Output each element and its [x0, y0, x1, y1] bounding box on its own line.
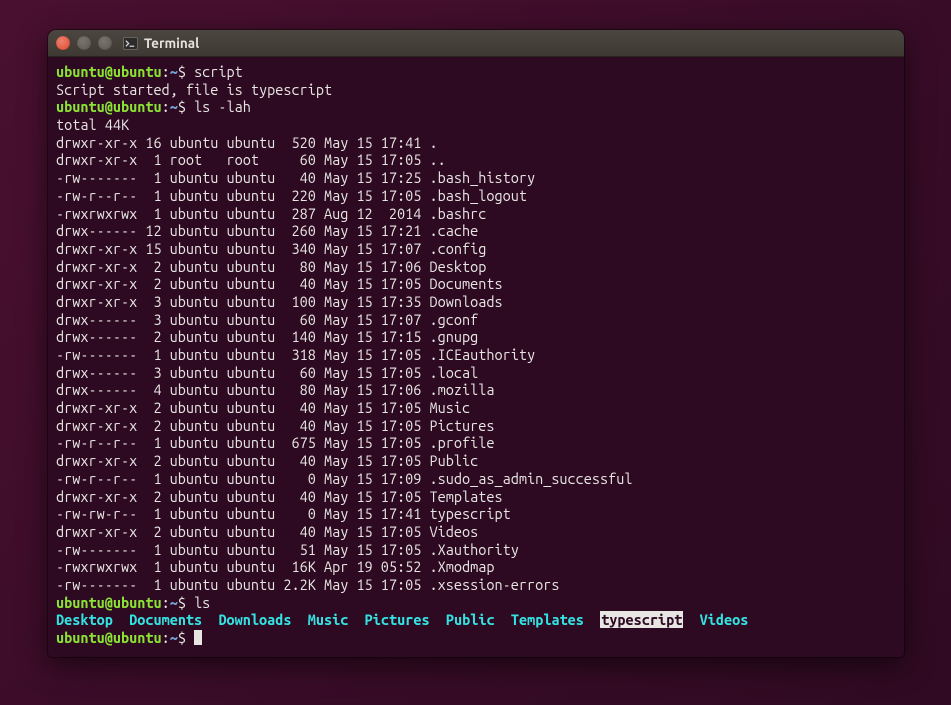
listing-row: -rw-rw-r-- 1 ubuntu ubuntu 0 May 15 17:4… [56, 505, 896, 523]
prompt-sigil: $ [178, 98, 194, 115]
prompt-user-host: ubuntu@ubuntu [56, 629, 162, 646]
prompt-line: ubuntu@ubuntu:~$ script [56, 63, 896, 81]
ls-entry-dir: Templates [511, 611, 584, 628]
prompt-path: ~ [170, 629, 178, 646]
ls-entry-dir: Music [308, 611, 349, 628]
ls-entry-dir: Pictures [365, 611, 430, 628]
prompt-path: ~ [170, 594, 178, 611]
prompt-path: ~ [170, 63, 178, 80]
listing-row: -rw-r--r-- 1 ubuntu ubuntu 0 May 15 17:0… [56, 470, 896, 488]
listing-row: drwxr-xr-x 16 ubuntu ubuntu 520 May 15 1… [56, 134, 896, 152]
output-line: total 44K [56, 116, 896, 134]
terminal-icon [123, 37, 138, 50]
command-text: script [194, 63, 243, 80]
ls-entry-dir: Desktop [56, 611, 113, 628]
listing-row: drwxr-xr-x 2 ubuntu ubuntu 40 May 15 17:… [56, 488, 896, 506]
prompt-path: ~ [170, 98, 178, 115]
listing-row: -rwxrwxrwx 1 ubuntu ubuntu 287 Aug 12 20… [56, 205, 896, 223]
listing-row: drwx------ 2 ubuntu ubuntu 140 May 15 17… [56, 328, 896, 346]
prompt-sigil: $ [178, 63, 194, 80]
titlebar[interactable]: Terminal [48, 30, 904, 57]
minimize-button[interactable] [77, 36, 91, 50]
prompt-line: ubuntu@ubuntu:~$ ls -lah [56, 98, 896, 116]
prompt-sigil: $ [178, 594, 194, 611]
listing-row: drwx------ 3 ubuntu ubuntu 60 May 15 17:… [56, 311, 896, 329]
listing-row: -rw------- 1 ubuntu ubuntu 2.2K May 15 1… [56, 576, 896, 594]
output-line: Script started, file is typescript [56, 81, 896, 99]
command-text: ls -lah [194, 98, 251, 115]
listing-row: -rw------- 1 ubuntu ubuntu 318 May 15 17… [56, 346, 896, 364]
ls-entry-dir: Downloads [218, 611, 291, 628]
listing-row: drwxr-xr-x 3 ubuntu ubuntu 100 May 15 17… [56, 293, 896, 311]
window-title: Terminal [144, 35, 199, 51]
terminal-window: Terminal ubuntu@ubuntu:~$ scriptScript s… [48, 30, 904, 657]
prompt-user-host: ubuntu@ubuntu [56, 63, 162, 80]
close-button[interactable] [56, 36, 70, 50]
cursor [194, 630, 202, 645]
listing-row: drwxr-xr-x 2 ubuntu ubuntu 40 May 15 17:… [56, 452, 896, 470]
terminal-body[interactable]: ubuntu@ubuntu:~$ scriptScript started, f… [48, 57, 904, 657]
listing-row: drwxr-xr-x 15 ubuntu ubuntu 340 May 15 1… [56, 240, 896, 258]
ls-entry-dir: Documents [129, 611, 202, 628]
listing-row: drwxr-xr-x 2 ubuntu ubuntu 40 May 15 17:… [56, 399, 896, 417]
ls-entry-dir: Public [446, 611, 495, 628]
prompt-sep: : [162, 63, 170, 80]
listing-row: -rwxrwxrwx 1 ubuntu ubuntu 16K Apr 19 05… [56, 558, 896, 576]
listing-row: drwx------ 12 ubuntu ubuntu 260 May 15 1… [56, 222, 896, 240]
listing-row: drwxr-xr-x 1 root root 60 May 15 17:05 .… [56, 151, 896, 169]
prompt-line: ubuntu@ubuntu:~$ ls [56, 594, 896, 612]
prompt-line: ubuntu@ubuntu:~$ [56, 629, 896, 647]
prompt-sigil: $ [178, 629, 194, 646]
prompt-user-host: ubuntu@ubuntu [56, 98, 162, 115]
command-text: ls [194, 594, 210, 611]
listing-row: -rw------- 1 ubuntu ubuntu 51 May 15 17:… [56, 541, 896, 559]
ls-entry-file: typescript [600, 611, 683, 628]
ls-short-line: Desktop Documents Downloads Music Pictur… [56, 611, 896, 629]
ls-entry-dir: Videos [700, 611, 749, 628]
listing-row: drwx------ 3 ubuntu ubuntu 60 May 15 17:… [56, 364, 896, 382]
prompt-sep: : [162, 98, 170, 115]
maximize-button[interactable] [98, 36, 112, 50]
prompt-user-host: ubuntu@ubuntu [56, 594, 162, 611]
listing-row: -rw------- 1 ubuntu ubuntu 40 May 15 17:… [56, 169, 896, 187]
listing-row: drwxr-xr-x 2 ubuntu ubuntu 40 May 15 17:… [56, 275, 896, 293]
listing-row: drwx------ 4 ubuntu ubuntu 80 May 15 17:… [56, 381, 896, 399]
listing-row: drwxr-xr-x 2 ubuntu ubuntu 40 May 15 17:… [56, 523, 896, 541]
listing-row: -rw-r--r-- 1 ubuntu ubuntu 220 May 15 17… [56, 187, 896, 205]
prompt-sep: : [162, 594, 170, 611]
prompt-sep: : [162, 629, 170, 646]
listing-row: -rw-r--r-- 1 ubuntu ubuntu 675 May 15 17… [56, 434, 896, 452]
listing-row: drwxr-xr-x 2 ubuntu ubuntu 40 May 15 17:… [56, 417, 896, 435]
listing-row: drwxr-xr-x 2 ubuntu ubuntu 80 May 15 17:… [56, 258, 896, 276]
